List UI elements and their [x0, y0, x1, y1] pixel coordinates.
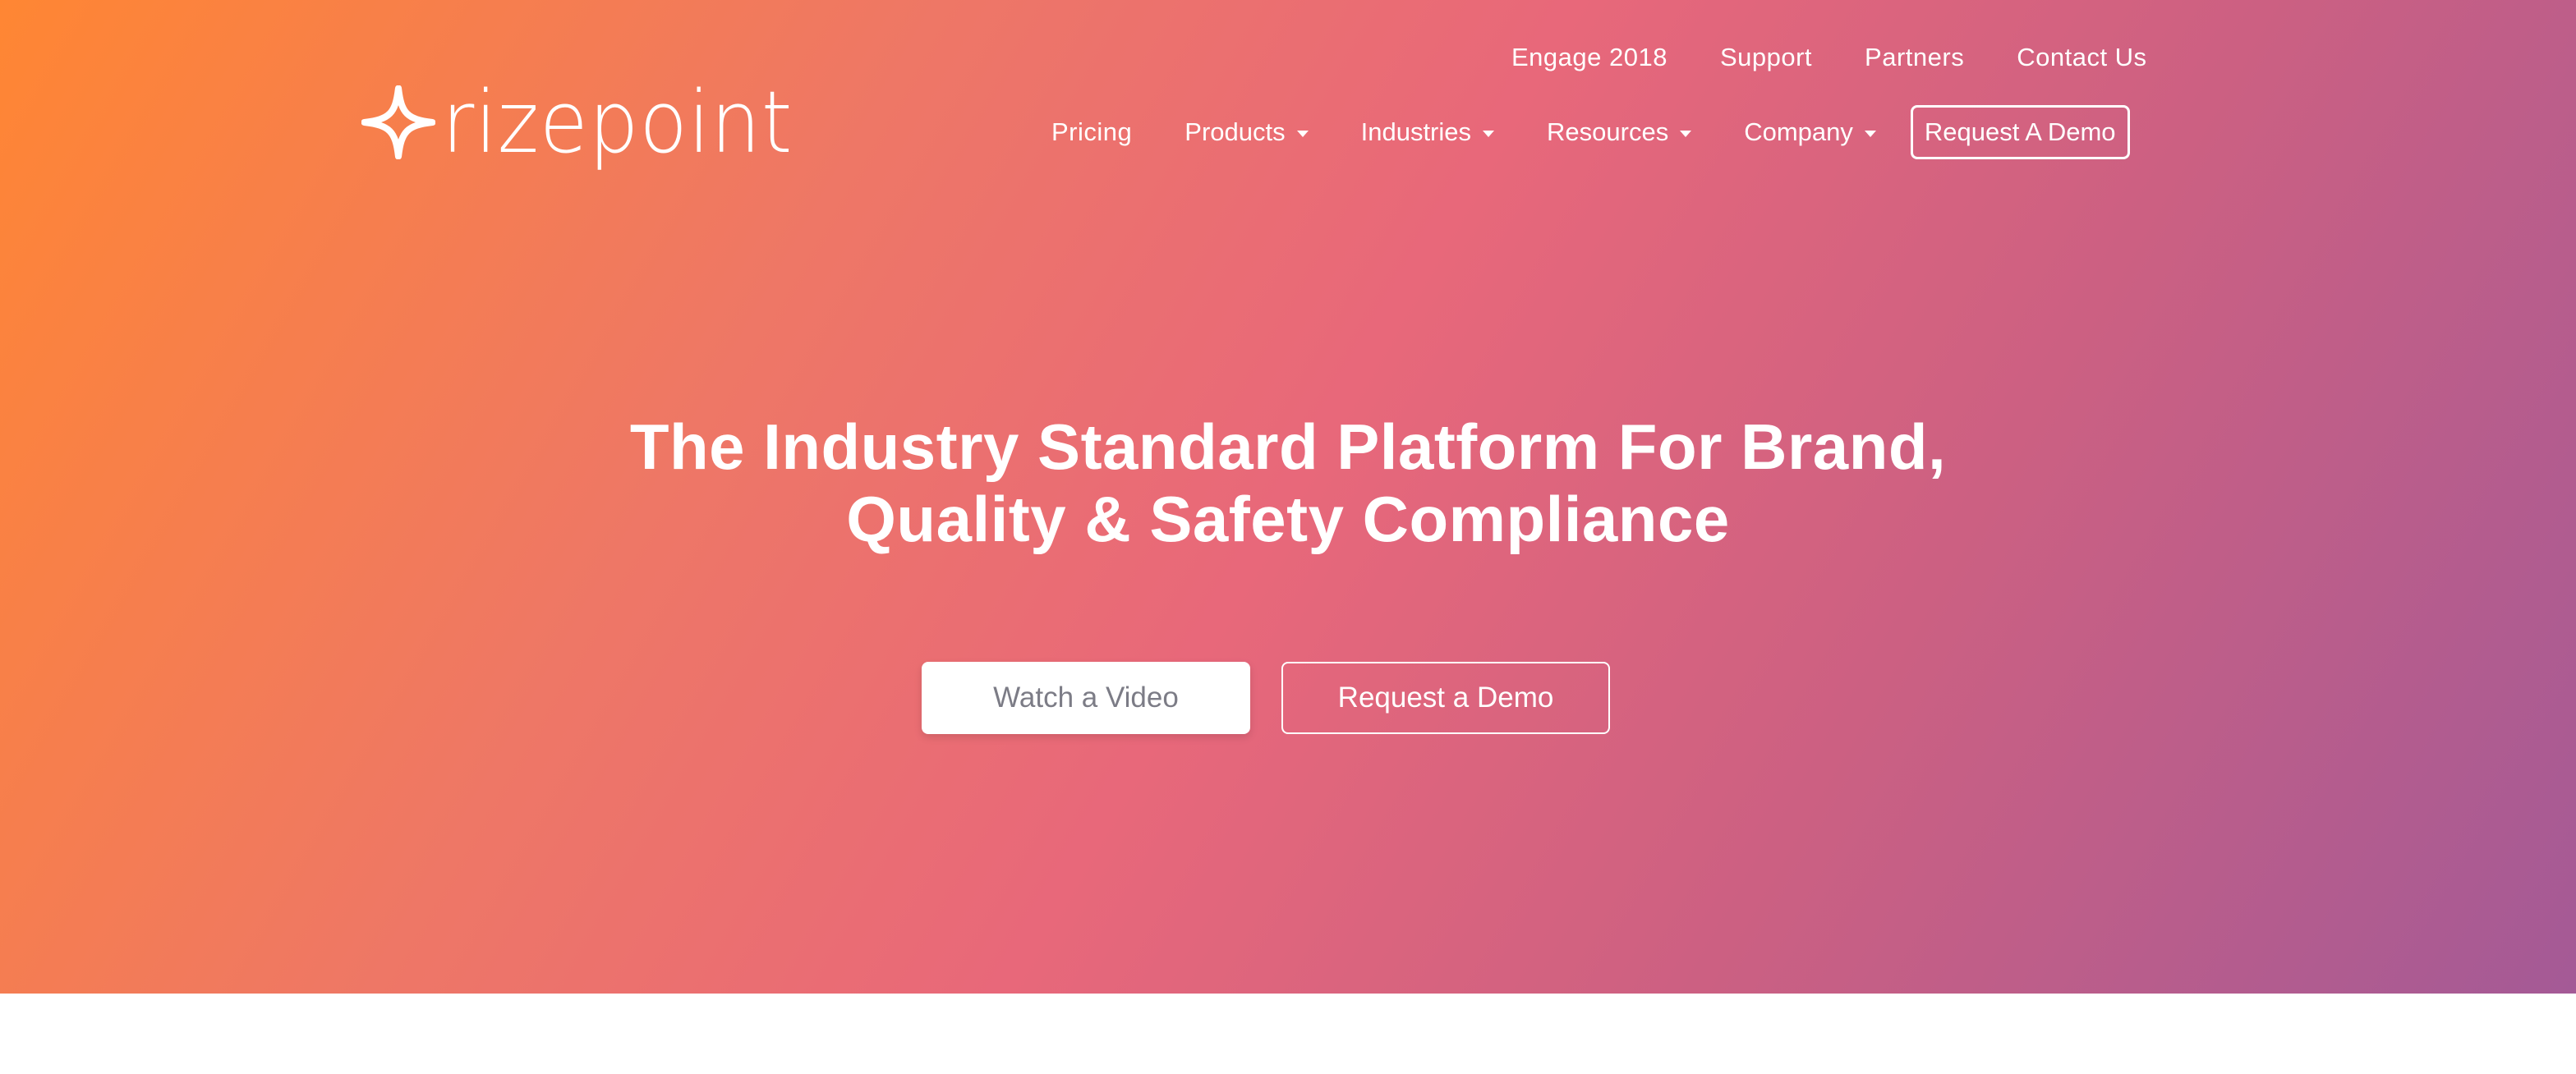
utility-nav: Engage 2018 Support Partners Contact Us	[1511, 43, 2147, 72]
nav-resources-label: Resources	[1547, 117, 1669, 146]
watch-video-button[interactable]: Watch a Video	[922, 662, 1250, 734]
nav-resources[interactable]: Resources	[1547, 117, 1692, 147]
hero-headline-line-2: Quality & Safety Compliance	[846, 483, 1730, 555]
rizepoint-logo[interactable]: rizepoint	[361, 79, 823, 166]
four-point-star-icon	[361, 85, 435, 159]
nav-support[interactable]: Support	[1720, 43, 1812, 72]
nav-industries-label: Industries	[1360, 117, 1472, 146]
nav-company-label: Company	[1744, 117, 1853, 146]
main-nav: Pricing Products Industries Resources Co…	[1051, 105, 2130, 159]
caret-down-icon	[1680, 131, 1692, 137]
nav-industries[interactable]: Industries	[1360, 117, 1495, 147]
caret-down-icon	[1864, 131, 1876, 137]
nav-company[interactable]: Company	[1744, 117, 1876, 147]
nav-pricing-label: Pricing	[1051, 117, 1133, 146]
request-a-demo-nav-button[interactable]: Request A Demo	[1910, 105, 2130, 159]
nav-products-label: Products	[1184, 117, 1286, 146]
caret-down-icon	[1483, 131, 1495, 137]
nav-engage-2018[interactable]: Engage 2018	[1511, 43, 1668, 72]
nav-products[interactable]: Products	[1184, 117, 1309, 147]
caret-down-icon	[1296, 131, 1309, 137]
hero-headline-line-1: The Industry Standard Platform For Brand…	[629, 411, 1947, 483]
hero-section: rizepoint Engage 2018 Support Partners C…	[0, 0, 2576, 994]
nav-pricing[interactable]: Pricing	[1051, 117, 1132, 147]
logo-wordmark: rizepoint	[442, 72, 794, 172]
request-demo-button[interactable]: Request a Demo	[1281, 662, 1610, 734]
page-content-area	[0, 994, 2576, 1074]
hero-cta-row: Watch a Video Request a Demo	[922, 662, 1610, 734]
nav-partners[interactable]: Partners	[1865, 43, 1964, 72]
nav-contact-us[interactable]: Contact Us	[2017, 43, 2146, 72]
hero-headline: The Industry Standard Platform For Brand…	[0, 411, 2576, 555]
